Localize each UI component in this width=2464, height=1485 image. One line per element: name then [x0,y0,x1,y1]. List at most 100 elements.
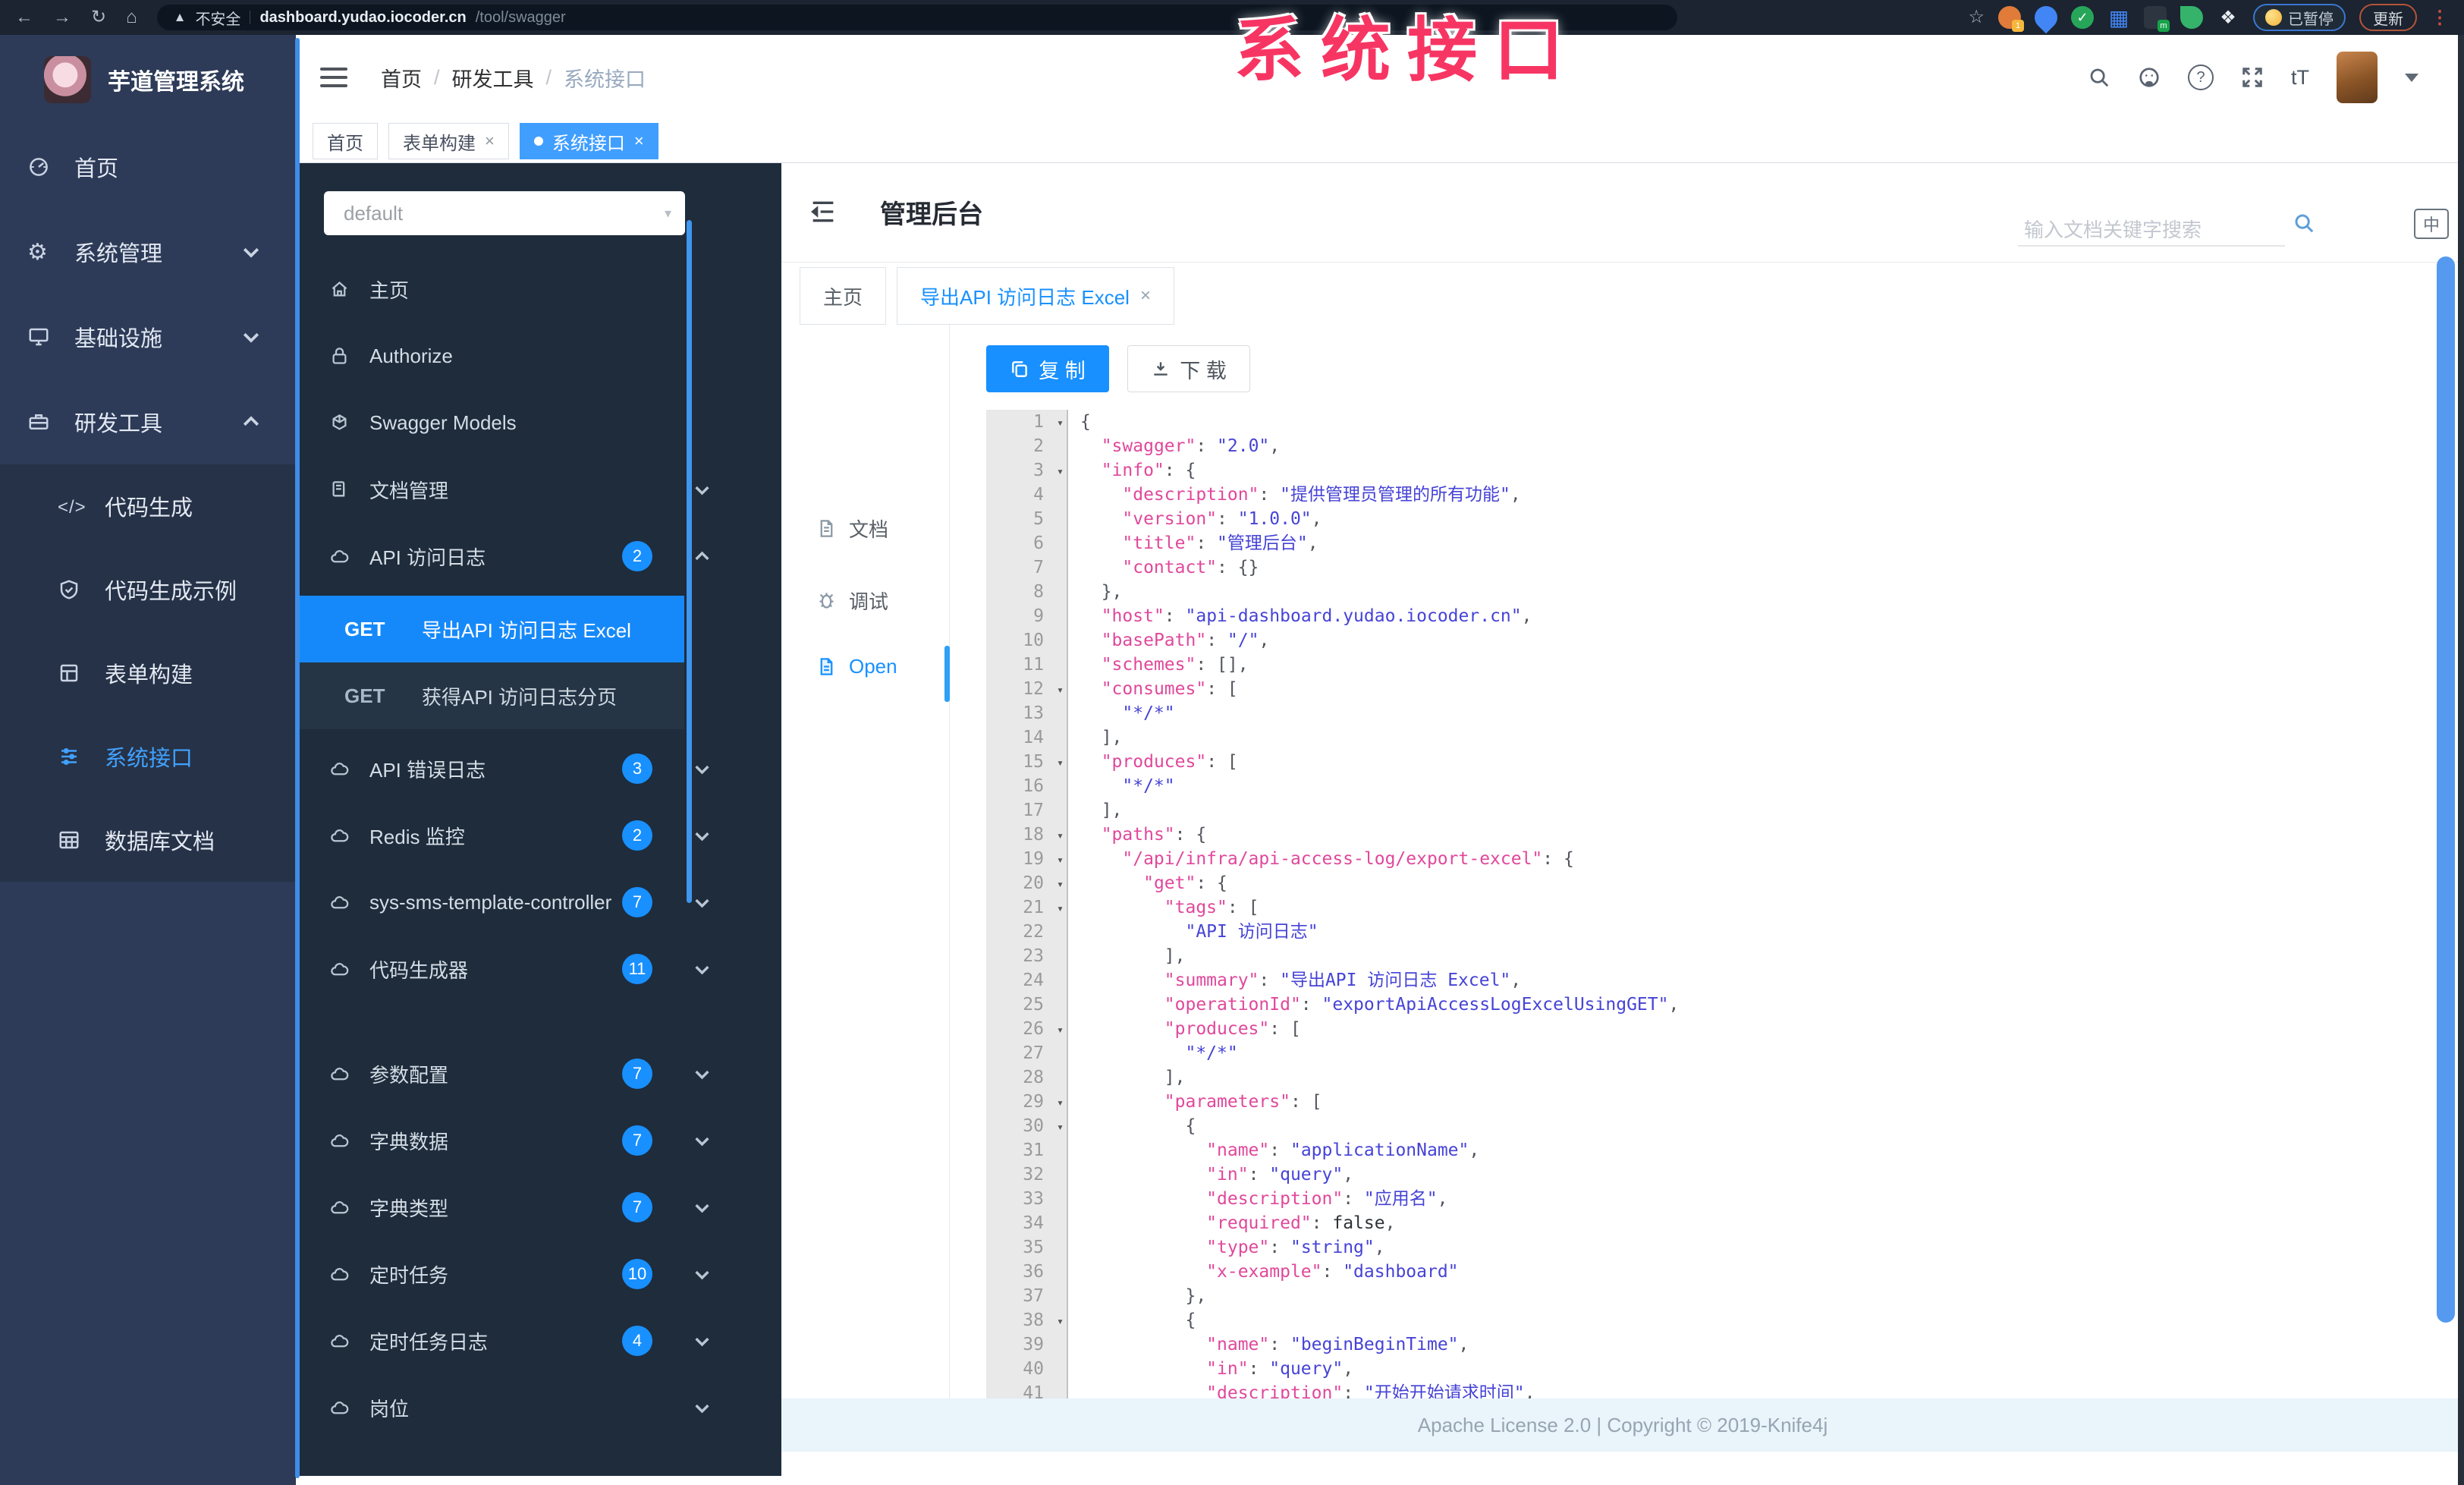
copy-icon [1010,359,1029,379]
api-nav-文档管理[interactable]: 文档管理 [296,456,709,523]
user-avatar[interactable] [2337,52,2378,103]
sidebar-item-首页[interactable]: 首页 [0,124,296,209]
sidebar-item-label: 研发工具 [74,412,163,436]
api-nav-定时任务日志[interactable]: 定时任务日志 4 [296,1307,709,1374]
api-nav-代码生成器[interactable]: 代码生成器 11 [296,936,709,1002]
breadcrumb-separator: / [434,65,440,89]
search-icon[interactable] [2293,212,2315,234]
fold-arrow-icon[interactable]: ▾ [1057,1115,1064,1139]
bookmark-star-icon[interactable]: ☆ [1968,8,1985,27]
api-operation-获得API 访问日志分页[interactable]: GET 获得API 访问日志分页 [296,662,684,729]
ext-icon-orange[interactable]: 1 [1998,6,2024,32]
download-button[interactable]: 下 载 [1127,345,1250,392]
reload-icon[interactable]: ↻ [91,8,106,27]
api-nav-Authorize[interactable]: Authorize [296,322,684,389]
sidebar-item-基础设施[interactable]: 基础设施 [0,294,296,379]
close-icon[interactable]: × [1140,285,1151,307]
api-nav-API 访问日志[interactable]: API 访问日志 2 [296,523,709,590]
update-button[interactable]: 更新 [2359,4,2417,31]
fold-arrow-icon[interactable]: ▾ [1057,896,1064,920]
github-icon[interactable] [2138,66,2161,89]
api-nav-Swagger Models[interactable]: Swagger Models [296,389,684,456]
tab-首页[interactable]: 首页 [313,123,378,159]
api-nav-主页[interactable]: 主页 [296,256,684,322]
chevron-down-icon[interactable] [2405,73,2418,82]
ext-icon-puzzle[interactable]: ❖ [2217,6,2239,29]
code-text: "*/*" [1122,776,1175,796]
api-nav-岗位[interactable]: 岗位 [296,1374,709,1441]
doc-tab-导出API 访问日志 Excel[interactable]: 导出API 访问日志 Excel × [897,267,1174,325]
side-tab-Open[interactable]: Open [816,655,897,678]
code-line: 30 ▾ { [986,1114,2438,1138]
sidebar-item-表单构建[interactable]: 表单构建 [0,631,296,715]
count-badge: 4 [622,1326,652,1356]
tab-表单构建[interactable]: 表单构建 × [388,123,509,159]
breadcrumb-item[interactable]: 系统接口 [564,63,646,93]
ext-icon-leaf[interactable] [2180,6,2203,29]
breadcrumb-item[interactable]: 首页 [381,63,422,93]
sidebar-item-数据库文档[interactable]: 数据库文档 [0,798,296,882]
breadcrumb-item[interactable]: 研发工具 [452,63,534,93]
api-nav-参数配置[interactable]: 参数配置 7 [296,1040,709,1107]
sidebar-item-代码生成[interactable]: </> 代码生成 [0,464,296,548]
browser-menu-icon[interactable]: ⋮ [2431,7,2449,29]
fold-arrow-icon[interactable]: ▾ [1057,1090,1064,1115]
fold-arrow-icon[interactable]: ▾ [1057,1018,1064,1042]
fold-arrow-icon[interactable]: ▾ [1057,872,1064,896]
api-nav-sys-sms-template-controller[interactable]: sys-sms-template-controller 7 [296,869,709,936]
doc-search-input[interactable] [2018,245,2285,247]
sidebar-item-代码生成示例[interactable]: 代码生成示例 [0,548,296,631]
ext-icon-grid[interactable]: ▦ [2107,6,2130,30]
sidebar-item-系统接口[interactable]: 系统接口 [0,715,296,798]
sidebar-item-研发工具[interactable]: 研发工具 [0,379,296,464]
fold-arrow-icon[interactable]: ▾ [1057,459,1064,483]
menu-fold-icon[interactable] [808,197,838,227]
code-text: "*/*" [1185,1043,1238,1063]
api-nav-label: Swagger Models [369,411,517,434]
side-tab-文档[interactable]: 文档 [816,514,888,543]
fold-arrow-icon[interactable]: ▾ [1057,411,1064,435]
side-tab-调试[interactable]: 调试 [816,587,888,615]
doc-side-tabs: 文档调试 Open [781,325,950,1398]
language-toggle[interactable]: 中 [2414,209,2449,239]
close-icon[interactable]: × [485,131,495,151]
search-icon[interactable] [2088,66,2110,89]
line-number: 12 ▾ [986,677,1068,701]
fold-arrow-icon[interactable]: ▾ [1057,823,1064,848]
back-icon[interactable]: ← [15,8,33,27]
api-nav-字典类型[interactable]: 字典类型 7 [296,1174,709,1241]
sidebar-scrollbar[interactable] [295,38,300,1478]
app-logo[interactable]: 芋道管理系统 [0,35,296,124]
api-sidebar-scrollbar[interactable] [687,220,692,903]
font-size-icon[interactable]: tT [2291,66,2309,90]
fold-arrow-icon[interactable]: ▾ [1057,750,1064,775]
close-icon[interactable]: × [634,131,644,151]
help-icon[interactable]: ? [2188,64,2214,90]
paused-extension-pill[interactable]: 已暂停 [2253,4,2346,31]
line-number: 40 [986,1357,1068,1381]
fold-arrow-icon[interactable]: ▾ [1057,848,1064,872]
api-nav-Redis 监控[interactable]: Redis 监控 2 [296,802,709,869]
fold-arrow-icon[interactable]: ▾ [1057,1309,1064,1333]
copy-button[interactable]: 复 制 [986,345,1109,392]
api-nav-字典数据[interactable]: 字典数据 7 [296,1107,709,1174]
ext-icon-check[interactable]: ✓ [2071,6,2094,29]
forward-icon[interactable]: → [53,8,71,27]
fold-arrow-icon[interactable]: ▾ [1057,678,1064,702]
fullscreen-icon[interactable] [2241,66,2264,89]
home-icon[interactable]: ⌂ [126,8,137,27]
api-operation-导出API 访问日志 Excel[interactable]: GET 导出API 访问日志 Excel [296,596,684,662]
sidebar-item-label: 代码生成示例 [105,580,237,604]
api-nav-API 错误日志[interactable]: API 错误日志 3 [296,735,709,802]
hamburger-icon[interactable] [320,62,347,93]
ext-icon-drop[interactable] [2029,1,2063,34]
doc-tab-主页[interactable]: 主页 [800,267,887,325]
api-group-select[interactable]: default ▾ [324,191,685,235]
sidebar-item-系统管理[interactable]: ⚙ 系统管理 [0,209,296,294]
swagger-json-editor[interactable]: 1 ▾{2 "swagger": "2.0", 3 ▾ "info": {4 "des… [986,410,2438,1398]
line-number: 6 [986,531,1068,555]
content-scrollbar[interactable] [2437,256,2455,1323]
tab-系统接口[interactable]: 系统接口 × [519,123,658,159]
api-nav-定时任务[interactable]: 定时任务 10 [296,1241,709,1307]
ext-icon-dark[interactable]: m [2144,6,2170,32]
